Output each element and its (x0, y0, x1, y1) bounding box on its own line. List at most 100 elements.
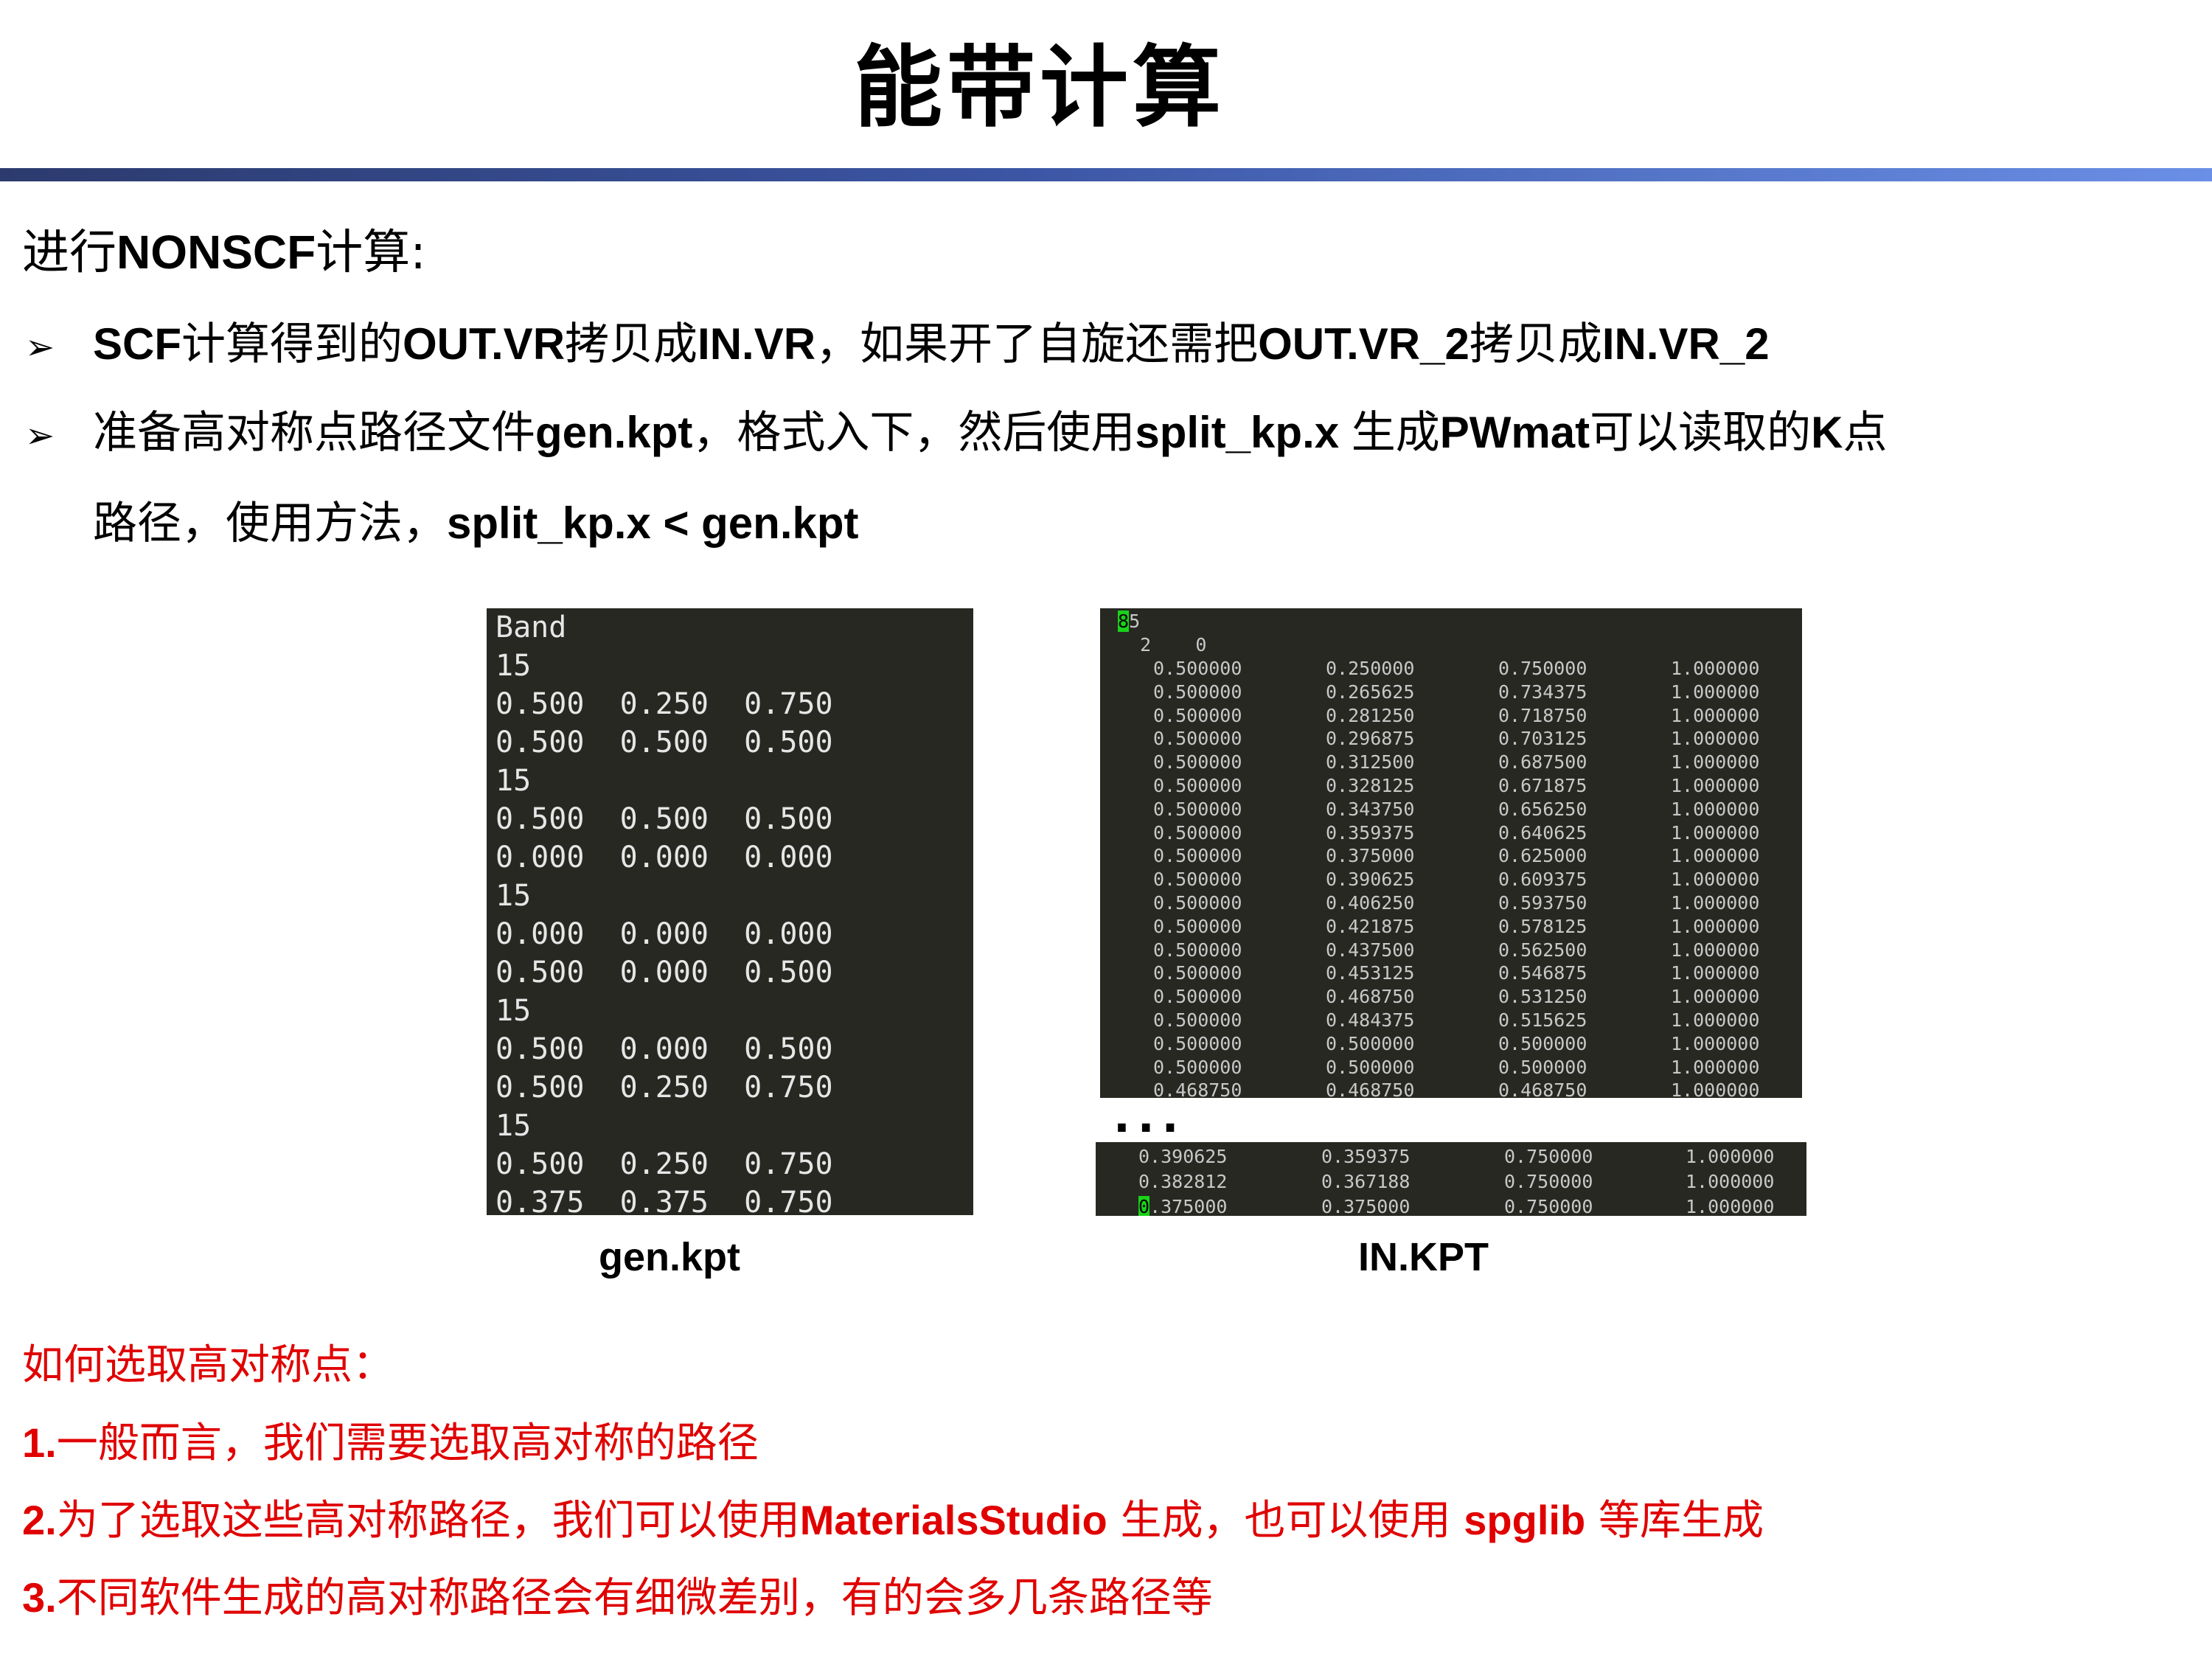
bullet-bold: IN.VR (698, 319, 816, 369)
in-kpt-caption: IN.KPT (1358, 1235, 1489, 1279)
note-number: 3. (22, 1574, 57, 1621)
in-kpt-cell: 1.000000 (1686, 1171, 1775, 1192)
in-kpt-cell: 0.500000 (1153, 798, 1242, 820)
bullet-text: ，如果开了自旋还需把 (815, 319, 1259, 370)
in-kpt-cell: 0.500000 (1153, 1056, 1242, 1078)
in-kpt-cell: 1.000000 (1671, 1009, 1760, 1031)
in-kpt-cell: 0.593750 (1498, 892, 1587, 914)
note-item-3: 3.不同软件生成的高对称路径会有细微差别，有的会多几条路径等 (22, 1561, 1213, 1635)
in-kpt-cell: 0.500000 (1153, 658, 1242, 679)
in-kpt-cell: 0.500000 (1153, 1032, 1242, 1054)
in-kpt-cell: 1.000000 (1671, 962, 1760, 984)
bullet-2: ➢ 准备高对称点路径文件gen.kpt，格式入下，然后使用split_kp.x 生… (25, 392, 1887, 476)
in-kpt-cell: 0.500000 (1153, 986, 1242, 1008)
note-bold: spglib (1464, 1497, 1586, 1543)
in-kpt-cell: 0.367188 (1321, 1171, 1411, 1192)
in-kpt-cell: 0.625000 (1498, 845, 1587, 867)
in-kpt-cell: 0.359375 (1326, 821, 1415, 844)
gen-kpt-line: 15 (495, 994, 532, 1028)
in-kpt-cell: 0.437500 (1326, 939, 1415, 961)
text-cursor: 0 (1138, 1196, 1150, 1216)
in-kpt-cell: 0.531250 (1498, 986, 1587, 1008)
in-kpt-cell: 0.500000 (1498, 1056, 1587, 1078)
gen-kpt-line: 0.500 0.250 0.750 (495, 1071, 833, 1105)
in-kpt-cell: 0.468750 (1498, 1079, 1587, 1098)
note-item-2: 2.为了选取这些高对称路径，我们可以使用MaterialsStudio 生成，也… (22, 1484, 1764, 1558)
in-kpt-cell: 1.000000 (1671, 1079, 1760, 1098)
in-kpt-cell: 0.500000 (1153, 845, 1242, 867)
in-kpt-cell: 0.500000 (1498, 1032, 1587, 1054)
gen-kpt-terminal: Band 15 0.500 0.250 0.750 0.500 0.500 0.… (487, 608, 973, 1220)
in-kpt-cell: 0.640625 (1498, 821, 1587, 844)
in-kpt-cell: 1.000000 (1671, 775, 1760, 796)
gen-kpt-line: 15 (495, 764, 532, 798)
gen-kpt-line: 0.500 0.500 0.500 (495, 726, 833, 759)
bullet-text: 计算得到的 (181, 319, 403, 370)
in-kpt-cell: 0.656250 (1498, 798, 1587, 820)
in-kpt-cell: 0.281250 (1326, 704, 1415, 726)
bullet-bold: SCF (93, 319, 181, 369)
in-kpt-cell: 1.000000 (1671, 658, 1760, 679)
text-cursor: 8 (1118, 611, 1130, 632)
note-text: 等库生成 (1585, 1497, 1764, 1545)
in-kpt-cell: 1.000000 (1671, 728, 1760, 750)
in-kpt-cell: 0.734375 (1498, 681, 1587, 703)
in-kpt-cell: 0.750000 (1504, 1146, 1593, 1167)
heading-bold: NONSCF (116, 226, 316, 279)
in-kpt-count: 5 (1129, 611, 1141, 632)
bullet-text: 点 (1843, 407, 1888, 459)
in-kpt-cell: 0.671875 (1498, 775, 1587, 796)
note-text: 为了选取这些高对称路径，我们可以使用 (56, 1497, 800, 1545)
in-kpt-cell: 0.265625 (1326, 681, 1415, 703)
in-kpt-cell: 0.375000 (1321, 1196, 1411, 1216)
in-kpt-terminal-tail: 0.390625 0.359375 0.750000 1.000000 0.382812… (1096, 1142, 1806, 1216)
in-kpt-cell: 0.500000 (1153, 821, 1242, 844)
gen-kpt-line: 0.000 0.000 0.000 (495, 917, 833, 951)
in-kpt-cell: 0.546875 (1498, 962, 1587, 984)
gen-kpt-line: 0.500 0.250 0.750 (495, 1147, 833, 1181)
gen-kpt-line: 0.000 0.000 0.000 (495, 841, 833, 874)
in-kpt-cell: 1.000000 (1671, 845, 1760, 867)
in-kpt-terminal: 85 2 0 0.500000 0.250000 0.750000 1.000000 0… (1100, 608, 1802, 1098)
in-kpt-cell: 0.468750 (1326, 1079, 1415, 1098)
gen-kpt-caption: gen.kpt (599, 1235, 741, 1279)
notes-title: 如何选取高对称点： (22, 1341, 394, 1389)
in-kpt-cell: 1.000000 (1671, 986, 1760, 1008)
arrow-bullet-icon: ➢ (25, 327, 55, 368)
bullet-text: 路径，使用方法， (93, 498, 447, 549)
in-kpt-cell: 0.343750 (1326, 798, 1415, 820)
bullet-text: 拷贝成 (565, 319, 698, 370)
in-kpt-cell: 0.375000 (1326, 845, 1415, 867)
note-text: 生成，也可以使用 (1107, 1497, 1464, 1545)
in-kpt-cell: 0.515625 (1498, 1009, 1587, 1031)
note-item-1: 1.一般而言，我们需要选取高对称的路径 (22, 1406, 759, 1481)
bullet-bold: PWmat (1439, 408, 1590, 457)
slide-title: 能带计算 (854, 37, 1225, 139)
bullet-2-continuation: 路径，使用方法，split_kp.x < gen.kpt (93, 483, 859, 564)
in-kpt-cell: 1.000000 (1671, 939, 1760, 961)
in-kpt-cell: 0.484375 (1326, 1009, 1415, 1031)
bullet-text: 准备高对称点路径文件 (93, 407, 535, 459)
in-kpt-cell: 0.390625 (1138, 1146, 1228, 1167)
bullet-bold: IN.VR_2 (1601, 319, 1770, 369)
in-kpt-cell: 1.000000 (1671, 869, 1760, 891)
bullet-bold: OUT.VR (403, 319, 566, 369)
in-kpt-cell: 1.000000 (1671, 681, 1760, 703)
in-kpt-cell: 0.359375 (1321, 1146, 1411, 1167)
gen-kpt-line: Band (495, 611, 567, 644)
in-kpt-cell: 0.390625 (1326, 869, 1415, 891)
in-kpt-cell: 1.000000 (1671, 915, 1760, 937)
in-kpt-cell: 0.500000 (1153, 869, 1242, 891)
bullet-1: ➢ SCF计算得到的OUT.VR拷贝成IN.VR，如果开了自旋还需把OUT.VR_… (25, 304, 1770, 388)
bullet-text: ，格式入下，然后使用 (692, 407, 1135, 459)
in-kpt-cell: 1.000000 (1671, 1032, 1760, 1054)
in-kpt-cell: 1.000000 (1671, 798, 1760, 820)
in-kpt-cell: 0.250000 (1326, 658, 1415, 679)
gen-kpt-line: 0.500 0.250 0.750 (495, 687, 833, 721)
in-kpt-cell: 0.500000 (1326, 1056, 1415, 1078)
gen-kpt-line: 0.500 0.000 0.500 (495, 1032, 833, 1066)
in-kpt-cell: 0.500000 (1153, 681, 1242, 703)
in-kpt-cell: 0.703125 (1498, 728, 1587, 750)
bullet-bold: gen.kpt (535, 408, 693, 457)
in-kpt-cell: 0.500000 (1153, 915, 1242, 937)
